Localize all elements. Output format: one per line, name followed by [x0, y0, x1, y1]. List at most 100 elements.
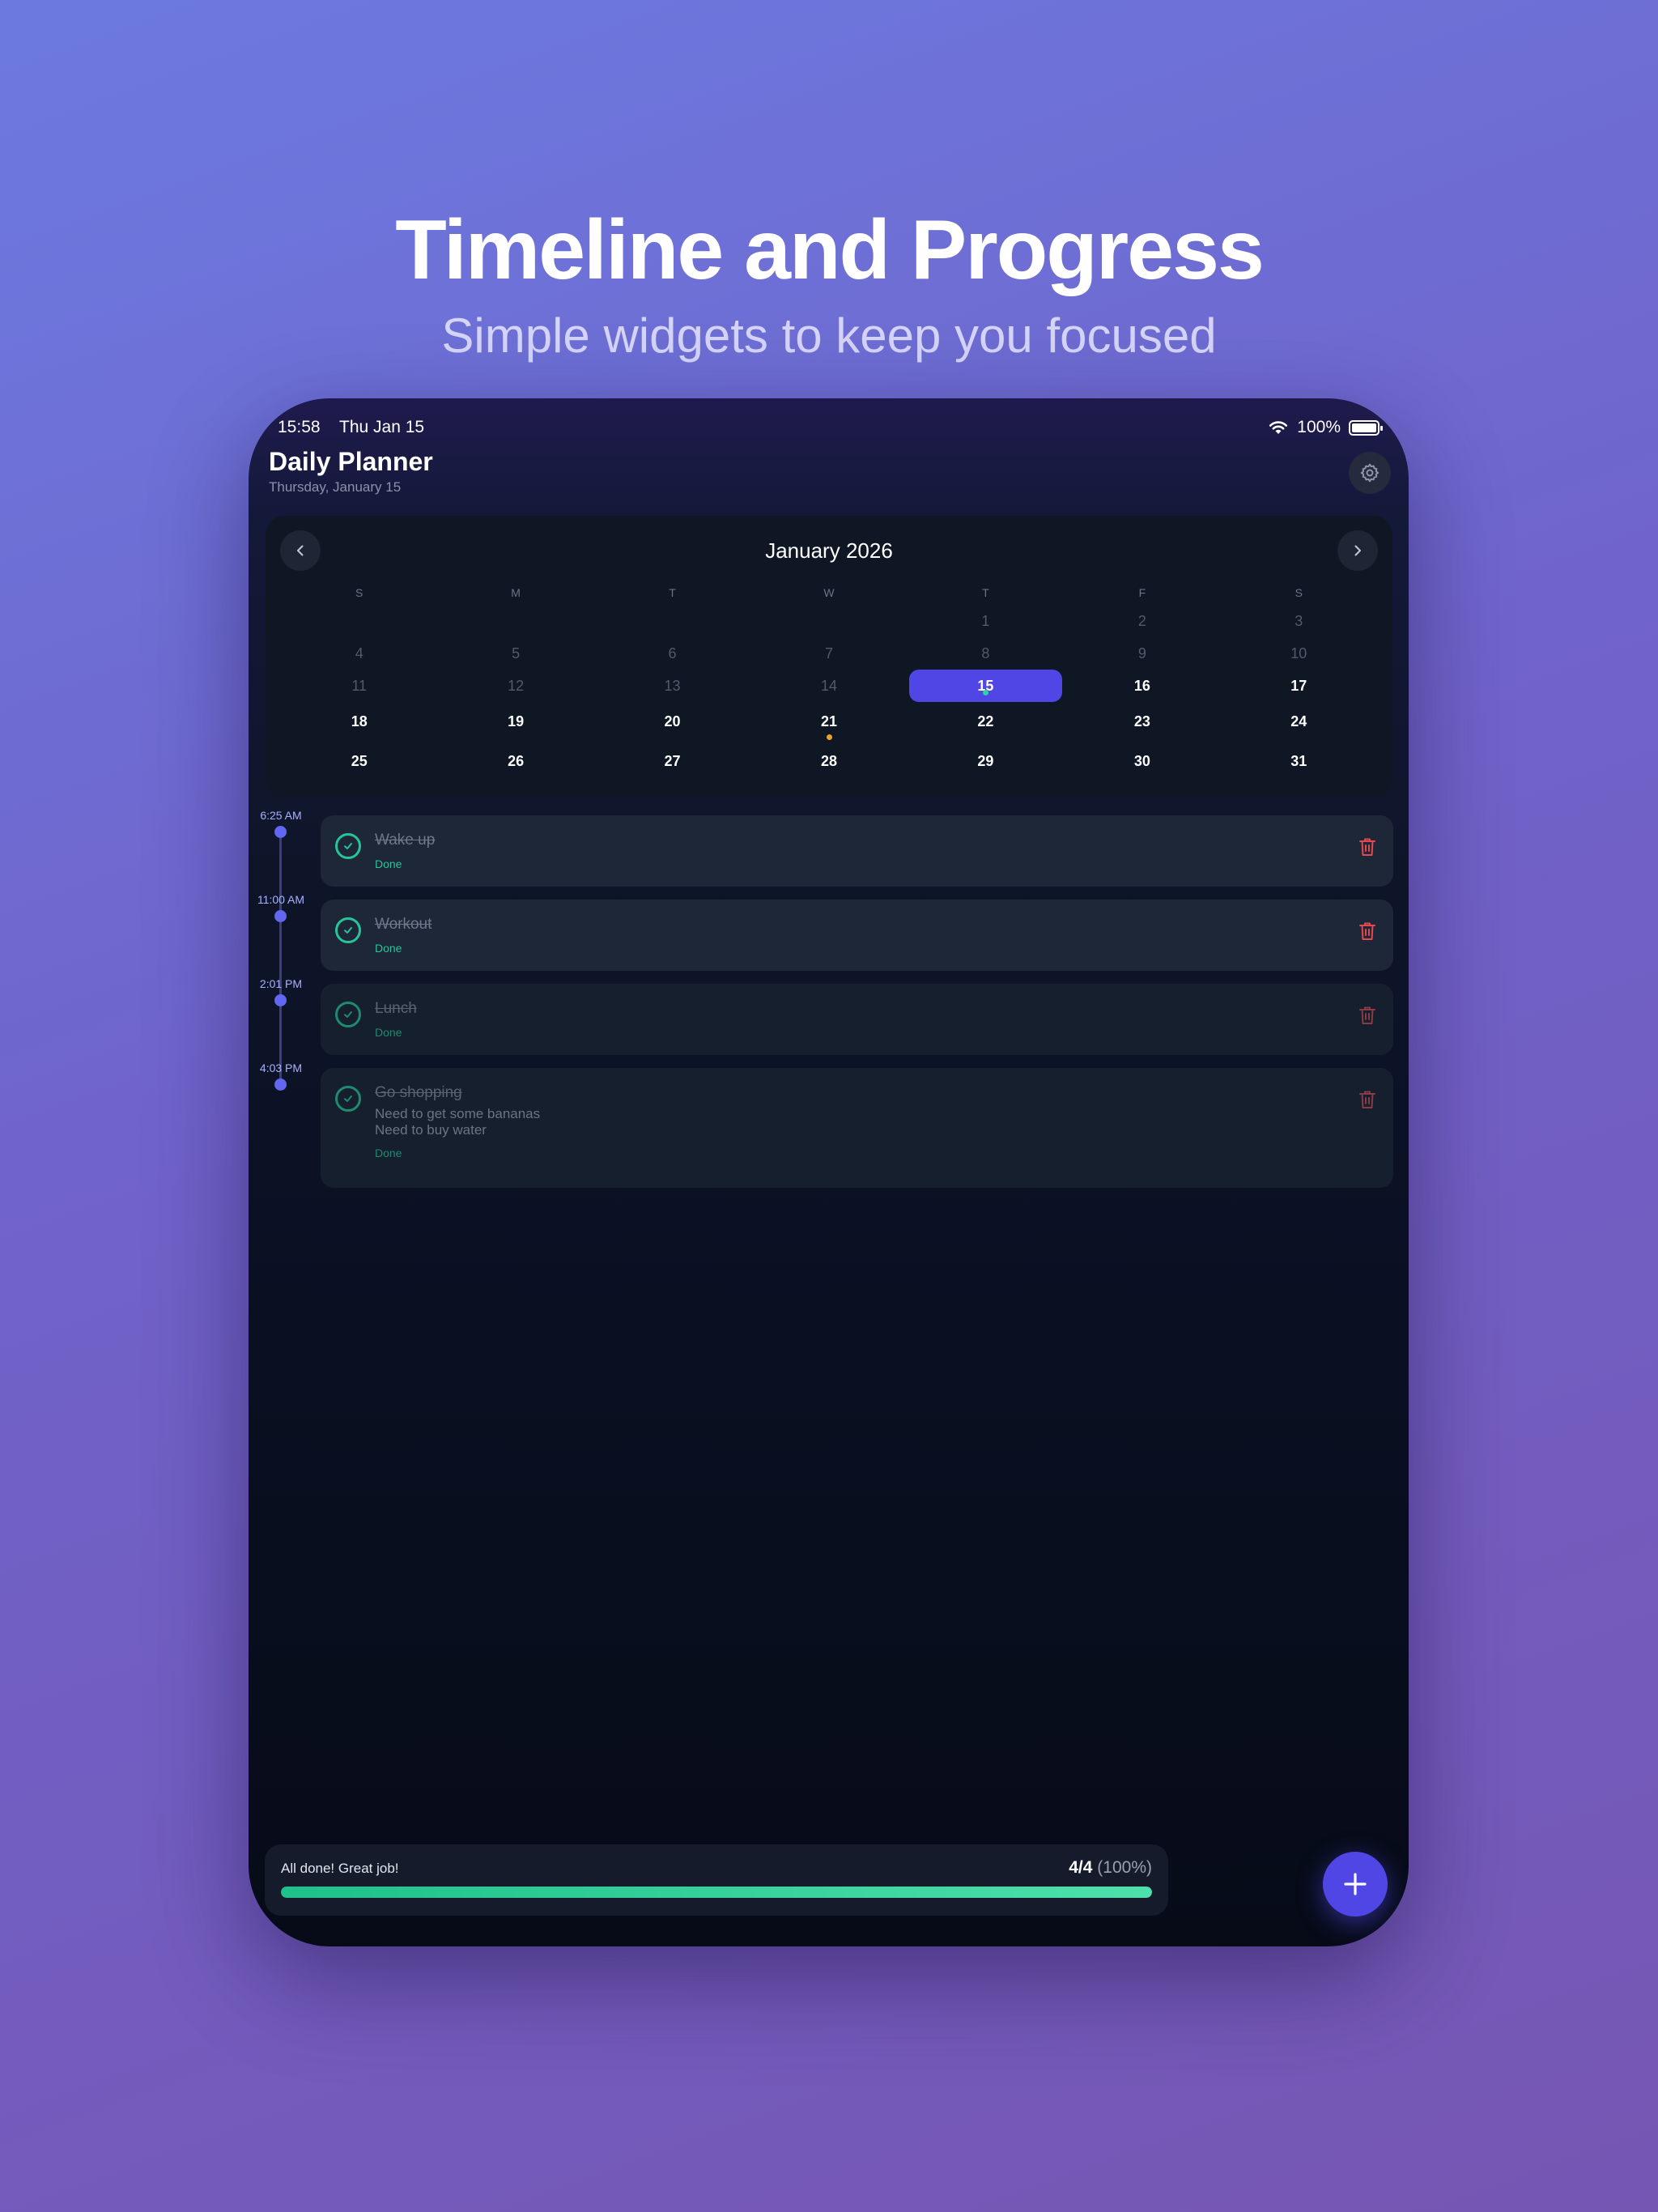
- settings-button[interactable]: [1349, 452, 1391, 494]
- calendar-day[interactable]: 30: [1064, 742, 1220, 781]
- calendar-day-number: 18: [351, 713, 368, 730]
- calendar-day-number: 23: [1133, 713, 1150, 730]
- add-task-button[interactable]: [1323, 1852, 1388, 1916]
- delete-task-button[interactable]: [1358, 921, 1377, 942]
- calendar-empty: [437, 605, 593, 637]
- calendar-day[interactable]: 5: [437, 637, 593, 670]
- task-complete-checkbox[interactable]: [335, 917, 361, 943]
- hero-subtitle: Simple widgets to keep you focused: [441, 308, 1217, 363]
- calendar-day-number: 17: [1290, 678, 1307, 694]
- task-time: 6:25 AM: [260, 809, 302, 822]
- calendar-day[interactable]: 13: [594, 670, 750, 702]
- calendar-day[interactable]: 14: [750, 670, 907, 702]
- calendar-day-number: 8: [981, 645, 990, 661]
- calendar-day[interactable]: 18: [281, 702, 437, 742]
- progress-widget: All done! Great job! 4/4 (100%): [265, 1844, 1168, 1916]
- calendar-day[interactable]: 3: [1221, 605, 1377, 637]
- task-status: Done: [375, 1026, 402, 1039]
- calendar-day[interactable]: 28: [750, 742, 907, 781]
- delete-task-button[interactable]: [1358, 1005, 1377, 1026]
- calendar-day-number: 13: [664, 678, 681, 694]
- progress-bar-fill: [281, 1887, 1152, 1898]
- check-icon: [344, 927, 352, 934]
- calendar-day-number: 10: [1290, 645, 1307, 661]
- weekday-label: S: [1295, 586, 1303, 599]
- calendar-day[interactable]: 4: [281, 637, 437, 670]
- calendar-day[interactable]: 27: [594, 742, 750, 781]
- next-month-button[interactable]: [1337, 530, 1378, 571]
- weekday-label: S: [355, 586, 363, 599]
- calendar-empty: [750, 605, 907, 637]
- delete-task-button[interactable]: [1358, 836, 1377, 857]
- progress-percent: (100%): [1097, 1858, 1152, 1877]
- task-complete-checkbox[interactable]: [335, 1002, 361, 1027]
- calendar-grid: SMTWTFS 1 2 3 4 5 6 7 8 9 10 11 12 13 14 15 16 17 18 19 20 2…: [281, 581, 1377, 781]
- weekday-label: F: [1138, 586, 1146, 599]
- calendar-day-number: 30: [1133, 753, 1150, 769]
- weekday-label: T: [982, 586, 989, 599]
- trash-icon: [1359, 1006, 1375, 1024]
- calendar-day[interactable]: 10: [1221, 637, 1377, 670]
- task-time: 4:03 PM: [259, 1061, 303, 1074]
- calendar-day-number: 28: [820, 753, 837, 769]
- calendar-day[interactable]: 25: [281, 742, 437, 781]
- task-card[interactable]: Wake up Done: [321, 815, 1393, 887]
- calendar-week: 18 19 20 21 22 23 24: [281, 702, 1377, 742]
- weekday-label: W: [823, 586, 835, 599]
- calendar-day[interactable]: 31: [1221, 742, 1377, 781]
- calendar-day[interactable]: 19: [437, 702, 593, 742]
- calendar-empty: [594, 605, 750, 637]
- trash-icon: [1359, 1091, 1375, 1108]
- calendar-day[interactable]: 9: [1064, 637, 1220, 670]
- calendar-day[interactable]: 16: [1064, 670, 1220, 702]
- task-card[interactable]: Lunch Done: [321, 984, 1393, 1055]
- task-card[interactable]: Workout Done: [321, 900, 1393, 971]
- calendar-day[interactable]: 11: [281, 670, 437, 702]
- calendar-day[interactable]: 12: [437, 670, 593, 702]
- check-icon: [344, 1095, 352, 1102]
- calendar-day-number: 4: [355, 645, 363, 661]
- calendar-day[interactable]: 23: [1064, 702, 1220, 742]
- task-note: Need to get some bananas: [375, 1106, 541, 1121]
- calendar-day[interactable]: 15: [908, 670, 1064, 702]
- battery-percent: 100%: [1297, 418, 1341, 436]
- calendar-day-number: 11: [351, 678, 368, 694]
- calendar-day-number: 31: [1290, 753, 1307, 769]
- calendar-day[interactable]: 8: [908, 637, 1064, 670]
- calendar-day-number: 22: [977, 713, 994, 730]
- calendar: January 2026 SMTWTFS 1 2 3 4 5 6 7 8 9 10 11 12 13 14…: [266, 516, 1392, 798]
- hero-title: Timeline and Progress: [395, 203, 1265, 297]
- calendar-day[interactable]: 2: [1064, 605, 1220, 637]
- status-time: 15:58: [278, 418, 321, 436]
- task-complete-checkbox[interactable]: [335, 1086, 361, 1112]
- calendar-day[interactable]: 21: [750, 702, 907, 742]
- calendar-day[interactable]: 29: [908, 742, 1064, 781]
- calendar-day[interactable]: 22: [908, 702, 1064, 742]
- calendar-day-number: 1: [981, 613, 990, 629]
- device-frame: 15:58 Thu Jan 15 100% Daily Planner Thur…: [249, 398, 1409, 1946]
- task-time: 2:01 PM: [259, 977, 303, 990]
- weekday-header: SMTWTFS: [281, 581, 1377, 605]
- task-title: Go shopping: [375, 1084, 462, 1101]
- calendar-day[interactable]: 1: [908, 605, 1064, 637]
- calendar-day[interactable]: 24: [1221, 702, 1377, 742]
- calendar-day-number: 2: [1137, 613, 1146, 629]
- task-complete-checkbox[interactable]: [335, 833, 361, 859]
- calendar-day-number: 21: [820, 713, 837, 730]
- task-time: 11:00 AM: [257, 893, 305, 906]
- calendar-day[interactable]: 6: [594, 637, 750, 670]
- trash-icon: [1359, 922, 1375, 940]
- calendar-day[interactable]: 26: [437, 742, 593, 781]
- calendar-day[interactable]: 20: [594, 702, 750, 742]
- calendar-day[interactable]: 7: [750, 637, 907, 670]
- delete-task-button[interactable]: [1358, 1089, 1377, 1110]
- calendar-day[interactable]: 17: [1221, 670, 1377, 702]
- task-note: Need to buy water: [375, 1122, 487, 1138]
- calendar-day-number: 7: [824, 645, 833, 661]
- progress-count: 4/4 (100%): [1069, 1858, 1152, 1878]
- chevron-right-icon: [1354, 545, 1361, 556]
- task-status: Done: [375, 942, 402, 955]
- page-date: Thursday, January 15: [269, 479, 402, 495]
- calendar-week: 11 12 13 14 15 16 17: [281, 670, 1377, 702]
- task-card[interactable]: Go shopping Need to get some bananas Need …: [321, 1068, 1393, 1188]
